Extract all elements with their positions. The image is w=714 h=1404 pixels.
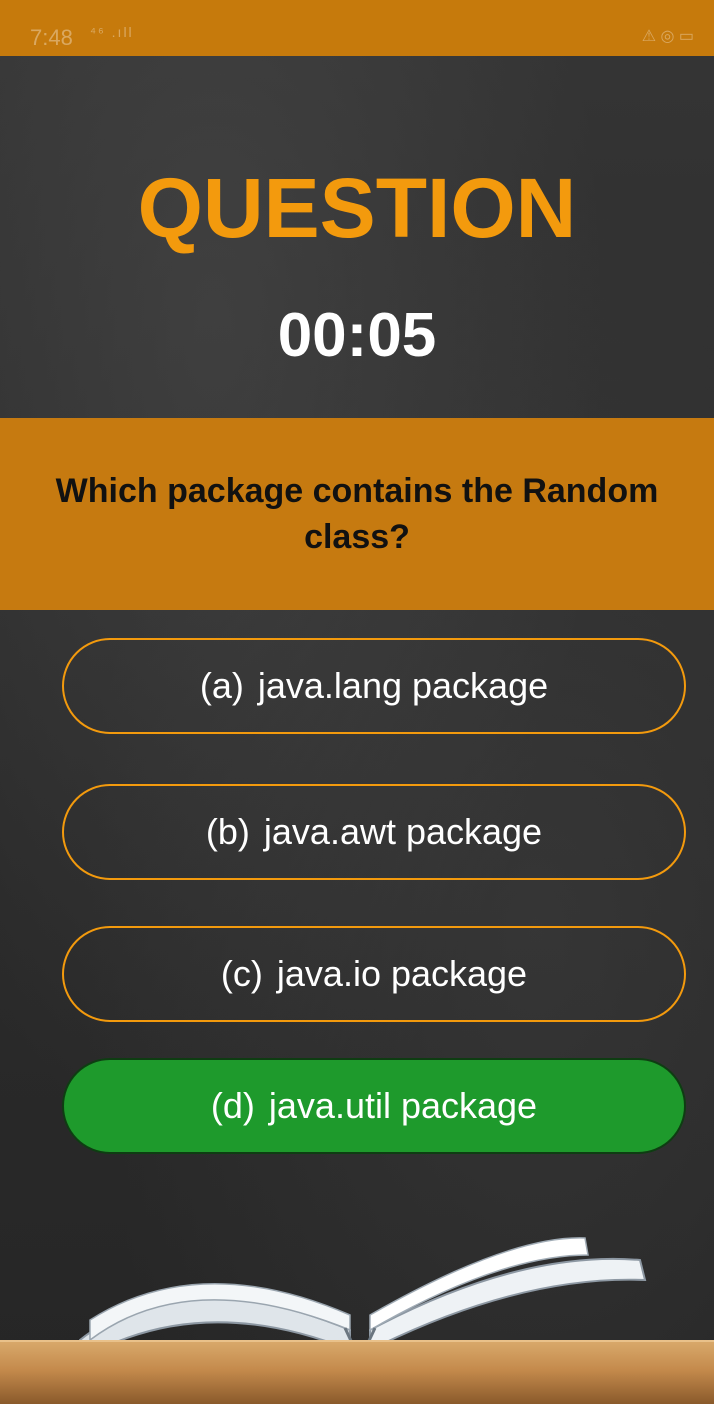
option-letter: (c) bbox=[220, 953, 263, 994]
signal-icon: ⁴⁶ .ıll bbox=[90, 24, 134, 40]
option-letter: (d) bbox=[210, 1085, 255, 1126]
option-c-button[interactable]: (c) java.io package bbox=[62, 926, 686, 1022]
option-label: java.io package bbox=[276, 953, 528, 994]
status-icons: ⚠ ◎ ▭ bbox=[641, 28, 694, 45]
option-a-button[interactable]: (a) java.lang package bbox=[62, 638, 686, 734]
status-bar: 7:48 ⁴⁶ .ıll ⚠ ◎ ▭ bbox=[0, 0, 714, 56]
countdown-timer: 00:05 bbox=[277, 301, 437, 370]
question-text: Which package contains the Random class? bbox=[55, 472, 659, 556]
wooden-shelf bbox=[0, 1340, 714, 1404]
option-letter: (a) bbox=[199, 665, 244, 706]
option-d-button[interactable]: (d) java.util package bbox=[62, 1058, 686, 1154]
question-panel: Which package contains the Random class? bbox=[0, 418, 714, 610]
status-time: 7:48 bbox=[30, 25, 73, 50]
option-letter: (b) bbox=[205, 811, 250, 852]
option-label: java.lang package bbox=[257, 665, 549, 706]
option-b-button[interactable]: (b) java.awt package bbox=[62, 784, 686, 880]
option-label: java.util package bbox=[268, 1085, 538, 1126]
option-label: java.awt package bbox=[263, 811, 543, 852]
page-title: QUESTION bbox=[137, 161, 577, 255]
